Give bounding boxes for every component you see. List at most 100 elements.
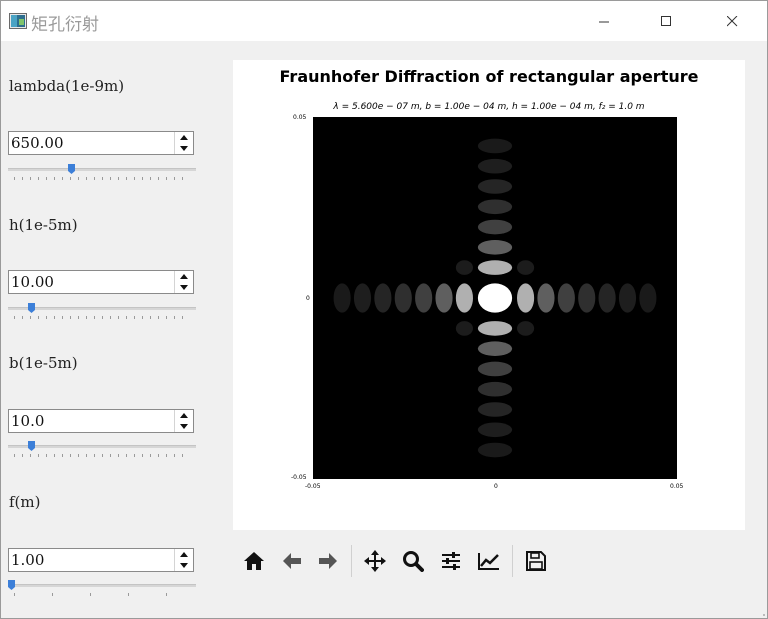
edit-axis-icon — [478, 553, 499, 570]
diffraction-lobe — [477, 158, 513, 174]
h-slider[interactable] — [8, 303, 196, 321]
up-arrow-icon — [180, 274, 188, 279]
lambda-slider[interactable] — [8, 164, 196, 182]
f-value: 1.00 — [11, 551, 45, 569]
slider-handle[interactable] — [8, 580, 15, 590]
b-label: b(1e-5m) — [9, 354, 78, 372]
down-arrow-icon — [180, 424, 188, 429]
diffraction-lobe — [477, 402, 513, 417]
diffraction-lobe — [477, 240, 513, 255]
slider-handle[interactable] — [67, 164, 75, 174]
diffraction-image — [313, 117, 677, 479]
diffraction-lobe — [477, 361, 513, 377]
save-button[interactable] — [521, 541, 551, 581]
window-title: 矩孔衍射 — [31, 15, 99, 35]
x-tick-label: -0.05 — [305, 483, 321, 490]
figure-title: Fraunhofer Diffraction of rectangular ap… — [279, 67, 699, 86]
lambda-label: lambda(1e-9m) — [9, 77, 125, 95]
toolbar-separator — [512, 545, 513, 577]
lambda-spinbox[interactable]: 650.00 — [8, 131, 194, 155]
diffraction-lobe — [477, 422, 513, 438]
x-tick-label: 0 — [494, 483, 498, 490]
pan-icon — [364, 550, 386, 572]
slider-handle[interactable] — [27, 441, 35, 451]
home-icon — [244, 552, 264, 570]
app-window: 矩孔衍射 lambda(1e-9m) 650.00 h(1e-5m) 10.00 — [0, 0, 768, 619]
home-button[interactable] — [239, 541, 269, 581]
up-arrow-icon — [180, 413, 188, 418]
slider-ticks — [14, 177, 190, 180]
lambda-value: 650.00 — [11, 134, 64, 152]
slider-ticks — [14, 593, 190, 596]
b-spin-down-button[interactable] — [175, 421, 193, 432]
b-spin-up-button[interactable] — [175, 410, 193, 421]
diffraction-lobe — [477, 138, 513, 154]
diffraction-lobe — [477, 321, 513, 336]
down-arrow-icon — [180, 563, 188, 568]
app-icon — [9, 13, 27, 29]
toolbar-separator — [351, 545, 352, 577]
zoom-icon — [403, 551, 424, 572]
configure-subplots-button[interactable] — [436, 541, 466, 581]
diffraction-lobe — [477, 260, 513, 275]
h-value: 10.00 — [11, 273, 54, 291]
up-arrow-icon — [180, 552, 188, 557]
diffraction-lobe — [455, 321, 473, 336]
h-spin-up-button[interactable] — [175, 271, 193, 282]
lambda-spin-down-button[interactable] — [175, 143, 193, 154]
diffraction-lobe — [477, 179, 513, 194]
f-spinbox[interactable]: 1.00 — [8, 548, 194, 572]
title-bar: 矩孔衍射 — [1, 1, 767, 41]
h-spinbox[interactable]: 10.00 — [8, 270, 194, 294]
pan-button[interactable] — [360, 541, 390, 581]
b-spinbox[interactable]: 10.0 — [8, 409, 194, 433]
x-tick-label: 0.05 — [670, 483, 684, 490]
y-tick-label: -0.05 — [291, 474, 307, 481]
figure-canvas[interactable]: Fraunhofer Diffraction of rectangular ap… — [233, 60, 745, 530]
b-slider[interactable] — [8, 441, 196, 459]
h-spin-down-button[interactable] — [175, 282, 193, 293]
maximize-icon — [660, 15, 671, 26]
diffraction-lobe — [477, 199, 513, 215]
slider-ticks — [14, 316, 190, 319]
back-icon — [283, 553, 301, 569]
minimize-icon — [598, 21, 609, 22]
f-spin-up-button[interactable] — [175, 549, 193, 560]
diffraction-lobe — [598, 283, 616, 313]
diffraction-lobe — [477, 219, 513, 235]
diffraction-lobe — [477, 442, 513, 458]
diffraction-lobe — [618, 283, 637, 313]
lambda-spin-up-button[interactable] — [175, 132, 193, 143]
f-slider[interactable] — [8, 580, 196, 598]
zoom-button[interactable] — [398, 541, 428, 581]
back-button[interactable] — [277, 541, 307, 581]
down-arrow-icon — [180, 146, 188, 151]
edit-axis-button[interactable] — [474, 541, 504, 581]
h-label: h(1e-5m) — [9, 216, 78, 234]
diffraction-lobe — [517, 283, 535, 313]
diffraction-lobe — [374, 283, 392, 313]
maximize-button[interactable] — [643, 1, 689, 41]
forward-icon — [319, 553, 337, 569]
y-tick-label: 0 — [306, 295, 310, 302]
down-arrow-icon — [180, 285, 188, 290]
diffraction-lobe — [435, 283, 453, 313]
diffraction-lobe — [517, 260, 535, 275]
diffraction-lobe — [578, 283, 596, 313]
slider-ticks — [14, 454, 190, 457]
diffraction-lobe — [477, 341, 513, 356]
f-label: f(m) — [9, 493, 41, 511]
resize-grip[interactable] — [759, 610, 765, 616]
diffraction-lobe — [333, 283, 351, 313]
forward-button[interactable] — [313, 541, 343, 581]
diffraction-lobe — [455, 260, 473, 275]
diffraction-lobe — [394, 283, 412, 313]
close-icon — [726, 15, 737, 26]
slider-handle[interactable] — [27, 303, 35, 313]
close-button[interactable] — [709, 1, 755, 41]
diffraction-lobe — [537, 283, 555, 313]
f-spin-down-button[interactable] — [175, 560, 193, 571]
y-tick-label: 0.05 — [293, 114, 307, 121]
diffraction-lobe — [557, 283, 575, 313]
minimize-button[interactable] — [581, 1, 627, 41]
